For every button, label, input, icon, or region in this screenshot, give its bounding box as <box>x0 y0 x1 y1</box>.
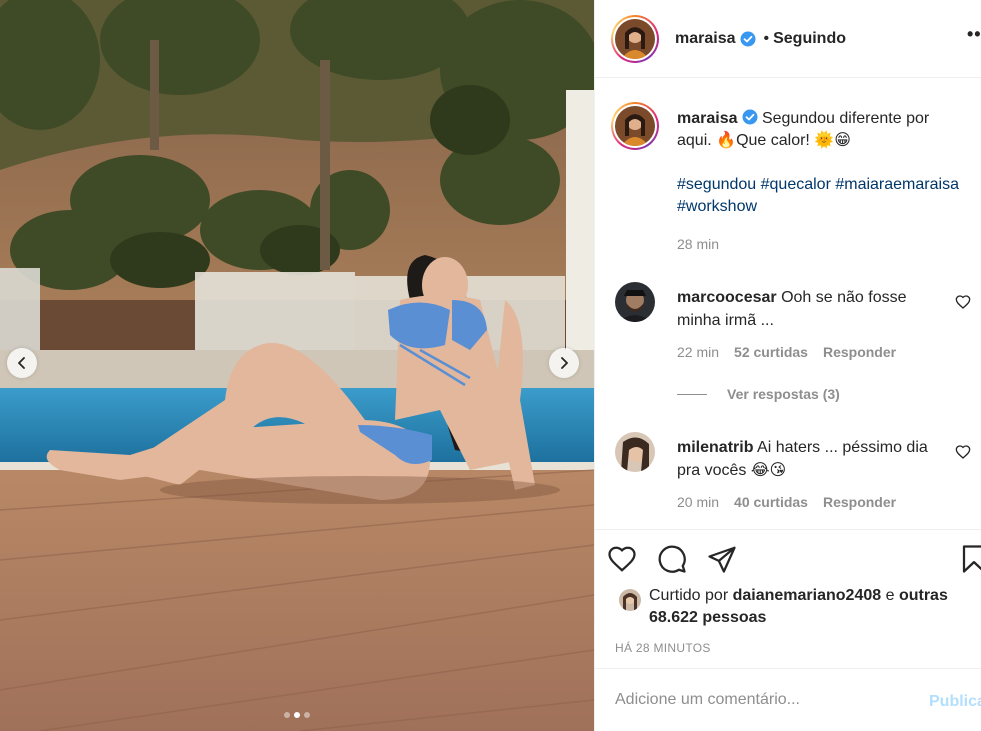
avatar-image <box>615 18 655 59</box>
author-avatar[interactable] <box>611 14 659 63</box>
comment-icon[interactable] <box>657 544 687 574</box>
comment-meta: 22 min 52 curtidas Responder <box>677 344 896 360</box>
caption-time[interactable]: 28 min <box>677 236 719 252</box>
caption-text-block: maraisa Segundou diferente por aqui. 🔥Qu… <box>677 108 967 218</box>
post-photo[interactable] <box>0 0 594 731</box>
comment-username[interactable]: milenatrib <box>677 439 753 456</box>
likes-summary: Curtido por daianemariano2408 e outras 6… <box>615 585 975 629</box>
post-actions <box>608 540 981 580</box>
comment-likes[interactable]: 52 curtidas <box>734 344 808 360</box>
carousel-next-button[interactable] <box>549 348 579 378</box>
view-replies-button[interactable]: Ver respostas (3) <box>677 386 840 402</box>
carousel-dot <box>304 712 310 718</box>
likes-conj: e <box>885 587 895 604</box>
instagram-post: maraisa • Seguindo •• maraisa Segundou d… <box>0 0 981 731</box>
replies-divider <box>677 393 707 395</box>
comment-reply-button[interactable]: Responder <box>823 344 896 360</box>
avatar-image <box>615 282 655 322</box>
comment-text-block: marcoocesar Ooh se não fosse minha irmã … <box>677 286 937 332</box>
heart-icon[interactable] <box>607 544 637 574</box>
avatar-image <box>615 432 655 472</box>
liker-avatar[interactable] <box>619 589 641 611</box>
comment-input[interactable] <box>615 691 915 709</box>
caption-avatar[interactable] <box>611 102 659 150</box>
verified-badge-icon <box>742 109 757 125</box>
comments-list[interactable]: maraisa Segundou diferente por aqui. 🔥Qu… <box>595 78 981 530</box>
liker-username[interactable]: daianemariano2408 <box>733 587 882 604</box>
caption-username[interactable]: maraisa <box>677 110 738 127</box>
comment-time[interactable]: 20 min <box>677 494 719 510</box>
follow-status-button[interactable]: Seguindo <box>773 30 846 48</box>
comment-like-icon[interactable] <box>955 294 971 310</box>
bookmark-icon[interactable] <box>959 544 981 574</box>
chevron-left-icon <box>18 357 25 369</box>
author-username[interactable]: maraisa <box>675 30 736 48</box>
comment-meta: 20 min 40 curtidas Responder <box>677 494 896 510</box>
photo-scene <box>0 0 594 731</box>
header-separator: • <box>763 29 770 47</box>
view-replies-label: Ver respostas (3) <box>727 386 840 402</box>
add-comment-bar: Publicar <box>595 668 981 731</box>
post-side-panel: maraisa • Seguindo •• maraisa Segundou d… <box>594 0 981 731</box>
comment-username[interactable]: marcoocesar <box>677 289 777 306</box>
publish-button[interactable]: Publicar <box>929 693 981 711</box>
post-timestamp[interactable]: HÁ 28 MINUTOS <box>615 641 711 655</box>
commenter-avatar[interactable] <box>615 282 655 322</box>
verified-badge-icon <box>740 31 755 46</box>
carousel-prev-button[interactable] <box>7 348 37 378</box>
comment-reply-button[interactable]: Responder <box>823 494 896 510</box>
carousel-dot <box>294 712 300 718</box>
comment-like-icon[interactable] <box>955 444 971 460</box>
chevron-right-icon <box>561 357 568 369</box>
comment-text-block: milenatrib Ai haters ... péssimo dia pra… <box>677 436 937 482</box>
carousel-dot <box>284 712 290 718</box>
avatar-image <box>615 106 655 146</box>
commenter-avatar[interactable] <box>615 432 655 472</box>
carousel-indicator <box>0 712 594 718</box>
paper-plane-icon[interactable] <box>707 544 737 574</box>
likes-prefix: Curtido por <box>649 587 729 604</box>
comment-time[interactable]: 22 min <box>677 344 719 360</box>
comment-likes[interactable]: 40 curtidas <box>734 494 808 510</box>
more-options-icon[interactable]: •• <box>967 24 981 45</box>
avatar-image <box>619 589 641 611</box>
caption-hashtags[interactable]: #segundou #quecalor #maiaraemaraisa #wor… <box>677 174 967 218</box>
post-header: maraisa • Seguindo •• <box>595 0 981 78</box>
